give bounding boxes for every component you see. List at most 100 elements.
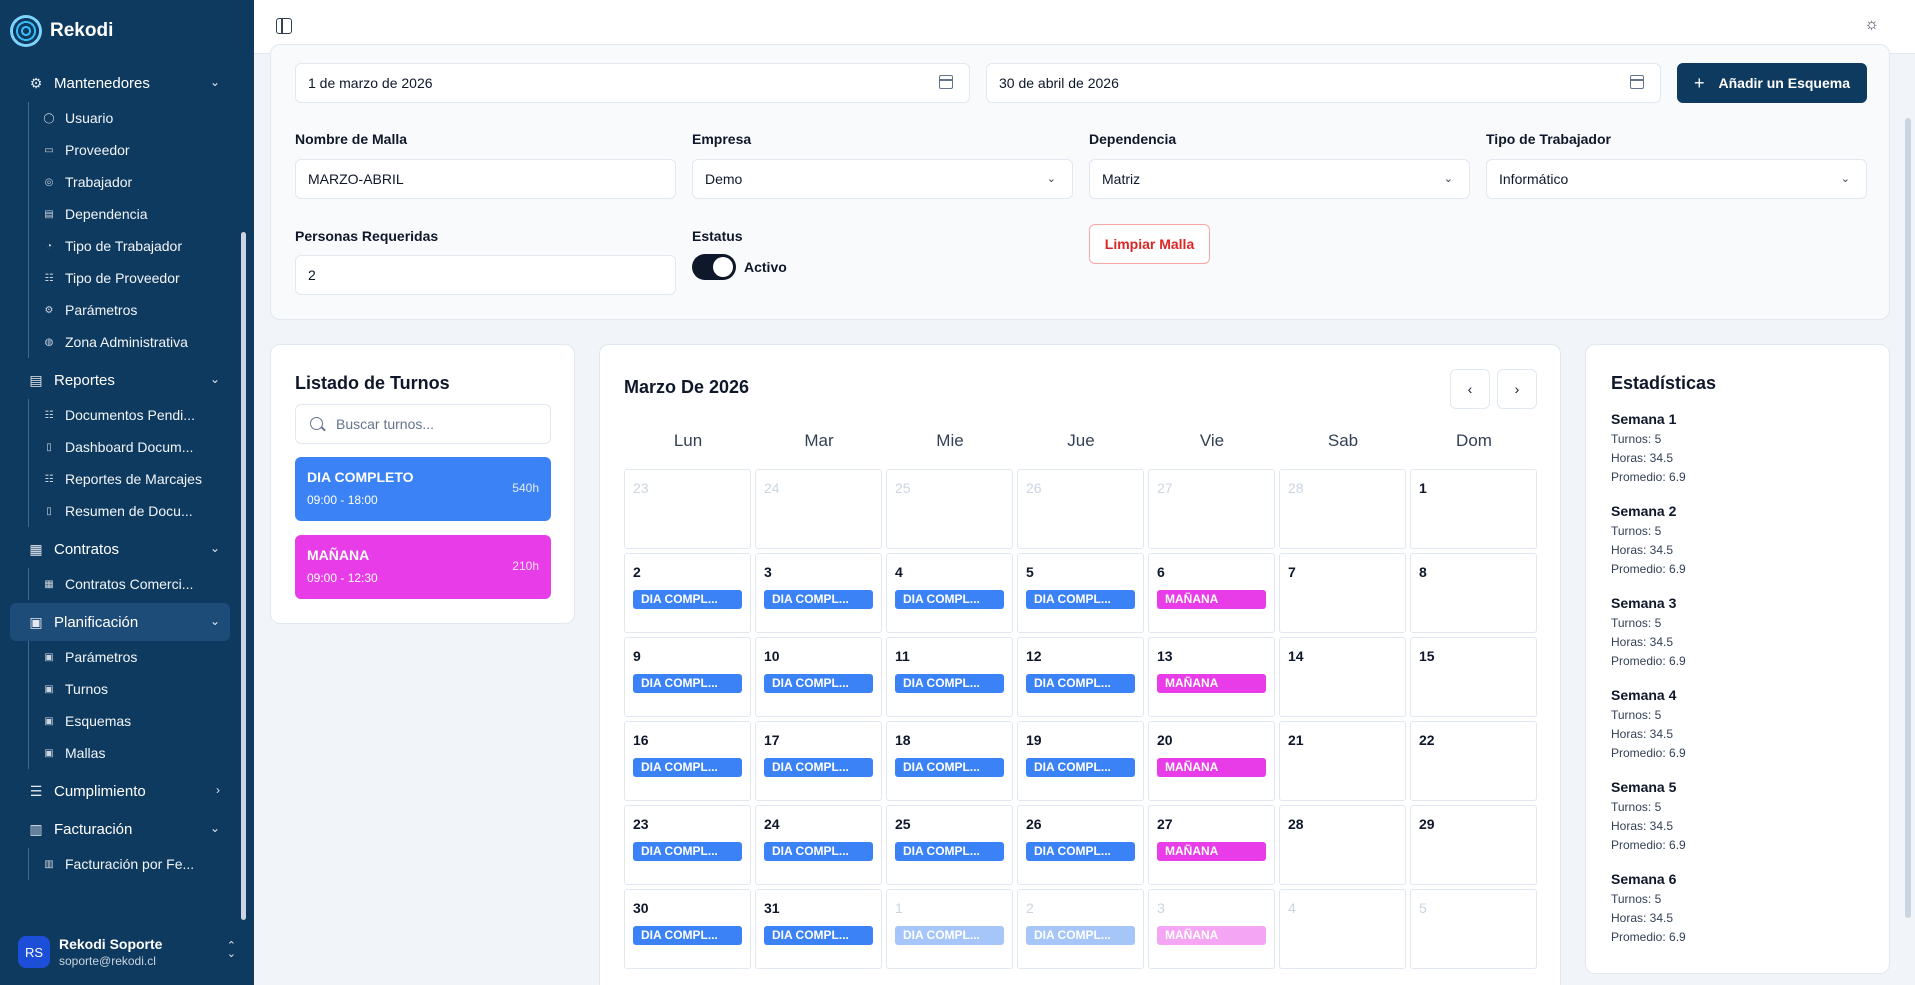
sidebar-item-0-7[interactable]: ◍ Zona Administrativa: [43, 326, 233, 358]
calendar-day-cell[interactable]: 15: [1410, 637, 1537, 717]
sidebar-toggle-icon[interactable]: [276, 18, 292, 34]
calendar-day-cell[interactable]: 1: [1410, 469, 1537, 549]
sidebar-group-4[interactable]: ☰ Cumplimiento ›: [10, 772, 230, 810]
sidebar-item-5-0[interactable]: ▥ Facturación por Fe...: [43, 848, 233, 880]
calendar-day-cell[interactable]: 7: [1279, 553, 1406, 633]
shift-chip[interactable]: DIA COMPL...: [1026, 926, 1135, 945]
calendar-day-cell[interactable]: 26: [1017, 469, 1144, 549]
sidebar-item-1-3[interactable]: ▯ Resumen de Docu...: [43, 495, 233, 527]
calendar-day-cell[interactable]: 28: [1279, 469, 1406, 549]
calendar-day-cell[interactable]: 9 DIA COMPL...: [624, 637, 751, 717]
sidebar-item-1-0[interactable]: ☷ Documentos Pendi...: [43, 399, 233, 431]
calendar-day-cell[interactable]: 12 DIA COMPL...: [1017, 637, 1144, 717]
sidebar-item-1-2[interactable]: ☷ Reportes de Marcajes: [43, 463, 233, 495]
shift-chip[interactable]: DIA COMPL...: [895, 674, 1004, 693]
calendar-day-cell[interactable]: 19 DIA COMPL...: [1017, 721, 1144, 801]
sidebar-item-0-3[interactable]: ▤ Dependencia: [43, 198, 233, 230]
estatus-toggle[interactable]: [692, 254, 736, 280]
calendar-day-cell[interactable]: 3 DIA COMPL...: [755, 553, 882, 633]
calendar-day-cell[interactable]: 6 MAÑANA: [1148, 553, 1275, 633]
sun-icon[interactable]: ☼: [1864, 16, 1879, 34]
sidebar-group-0[interactable]: ⚙ Mantenedores ⌄: [10, 64, 230, 102]
sidebar-item-0-5[interactable]: ☷ Tipo de Proveedor: [43, 262, 233, 294]
shift-chip[interactable]: DIA COMPL...: [895, 842, 1004, 861]
shift-chip[interactable]: MAÑANA: [1157, 674, 1266, 693]
shift-chip[interactable]: DIA COMPL...: [633, 758, 742, 777]
end-date-picker[interactable]: 30 de abril de 2026: [986, 63, 1661, 103]
calendar-day-cell[interactable]: 24 DIA COMPL...: [755, 805, 882, 885]
shift-chip[interactable]: MAÑANA: [1157, 842, 1266, 861]
calendar-day-cell[interactable]: 8: [1410, 553, 1537, 633]
shift-chip[interactable]: DIA COMPL...: [633, 590, 742, 609]
sidebar-item-3-1[interactable]: ▣ Turnos: [43, 673, 233, 705]
calendar-day-cell[interactable]: 14: [1279, 637, 1406, 717]
next-month-button[interactable]: ›: [1497, 369, 1537, 409]
calendar-day-cell[interactable]: 29: [1410, 805, 1537, 885]
sidebar-group-1[interactable]: ▤ Reportes ⌄: [10, 361, 230, 399]
calendar-day-cell[interactable]: 31 DIA COMPL...: [755, 889, 882, 969]
personas-input[interactable]: 2: [295, 255, 676, 295]
calendar-day-cell[interactable]: 2 DIA COMPL...: [624, 553, 751, 633]
shift-card[interactable]: DIA COMPLETO 09:00 - 18:00 540h: [295, 457, 551, 521]
sidebar-item-3-0[interactable]: ▣ Parámetros: [43, 641, 233, 673]
calendar-day-cell[interactable]: 23 DIA COMPL...: [624, 805, 751, 885]
sidebar-item-0-0[interactable]: ◯ Usuario: [43, 102, 233, 134]
calendar-day-cell[interactable]: 4 DIA COMPL...: [886, 553, 1013, 633]
calendar-day-cell[interactable]: 5 DIA COMPL...: [1017, 553, 1144, 633]
sidebar-item-0-1[interactable]: ▭ Proveedor: [43, 134, 233, 166]
sidebar-item-3-3[interactable]: ▣ Mallas: [43, 737, 233, 769]
calendar-day-cell[interactable]: 5: [1410, 889, 1537, 969]
clear-malla-button[interactable]: Limpiar Malla: [1089, 224, 1210, 264]
shift-chip[interactable]: DIA COMPL...: [764, 842, 873, 861]
shift-chip[interactable]: DIA COMPL...: [764, 674, 873, 693]
calendar-day-cell[interactable]: 27 MAÑANA: [1148, 805, 1275, 885]
sidebar-item-1-1[interactable]: ▯ Dashboard Docum...: [43, 431, 233, 463]
sidebar-item-0-2[interactable]: ◎ Trabajador: [43, 166, 233, 198]
shift-card[interactable]: MAÑANA 09:00 - 12:30 210h: [295, 535, 551, 599]
calendar-day-cell[interactable]: 2 DIA COMPL...: [1017, 889, 1144, 969]
calendar-day-cell[interactable]: 23: [624, 469, 751, 549]
user-menu[interactable]: RS Rekodi Soporte soporte@rekodi.cl ⌃ ⌄: [10, 928, 240, 976]
sidebar-item-0-4[interactable]: ◔ Tipo de Trabajador: [43, 230, 233, 262]
main-scrollbar[interactable]: [1905, 118, 1911, 918]
shift-chip[interactable]: DIA COMPL...: [1026, 842, 1135, 861]
calendar-day-cell[interactable]: 25: [886, 469, 1013, 549]
calendar-day-cell[interactable]: 4: [1279, 889, 1406, 969]
sidebar-item-0-6[interactable]: ⚙ Parámetros: [43, 294, 233, 326]
calendar-day-cell[interactable]: 27: [1148, 469, 1275, 549]
calendar-day-cell[interactable]: 24: [755, 469, 882, 549]
calendar-day-cell[interactable]: 28: [1279, 805, 1406, 885]
calendar-day-cell[interactable]: 16 DIA COMPL...: [624, 721, 751, 801]
shift-chip[interactable]: DIA COMPL...: [895, 758, 1004, 777]
shift-chip[interactable]: DIA COMPL...: [633, 674, 742, 693]
calendar-day-cell[interactable]: 21: [1279, 721, 1406, 801]
tipo-trabajador-select[interactable]: Informático ⌄: [1486, 159, 1867, 199]
shift-chip[interactable]: DIA COMPL...: [895, 590, 1004, 609]
shift-chip[interactable]: DIA COMPL...: [1026, 758, 1135, 777]
turnos-search-input[interactable]: Buscar turnos...: [295, 404, 551, 444]
shift-chip[interactable]: DIA COMPL...: [764, 758, 873, 777]
shift-chip[interactable]: DIA COMPL...: [1026, 674, 1135, 693]
shift-chip[interactable]: MAÑANA: [1157, 926, 1266, 945]
empresa-select[interactable]: Demo ⌄: [692, 159, 1073, 199]
shift-chip[interactable]: MAÑANA: [1157, 590, 1266, 609]
add-scheme-button[interactable]: + Añadir un Esquema: [1677, 63, 1867, 103]
shift-chip[interactable]: DIA COMPL...: [1026, 590, 1135, 609]
sidebar-scrollbar-thumb[interactable]: [241, 232, 246, 920]
shift-chip[interactable]: DIA COMPL...: [895, 926, 1004, 945]
calendar-day-cell[interactable]: 13 MAÑANA: [1148, 637, 1275, 717]
shift-chip[interactable]: DIA COMPL...: [633, 842, 742, 861]
start-date-picker[interactable]: 1 de marzo de 2026: [295, 63, 970, 103]
calendar-day-cell[interactable]: 22: [1410, 721, 1537, 801]
shift-chip[interactable]: DIA COMPL...: [633, 926, 742, 945]
calendar-day-cell[interactable]: 10 DIA COMPL...: [755, 637, 882, 717]
calendar-day-cell[interactable]: 3 MAÑANA: [1148, 889, 1275, 969]
dependencia-select[interactable]: Matriz ⌄: [1089, 159, 1470, 199]
calendar-day-cell[interactable]: 30 DIA COMPL...: [624, 889, 751, 969]
calendar-day-cell[interactable]: 1 DIA COMPL...: [886, 889, 1013, 969]
calendar-day-cell[interactable]: 20 MAÑANA: [1148, 721, 1275, 801]
shift-chip[interactable]: DIA COMPL...: [764, 926, 873, 945]
brand[interactable]: Rekodi: [10, 14, 113, 48]
sidebar-item-2-0[interactable]: ▦ Contratos Comerci...: [43, 568, 233, 600]
calendar-day-cell[interactable]: 25 DIA COMPL...: [886, 805, 1013, 885]
